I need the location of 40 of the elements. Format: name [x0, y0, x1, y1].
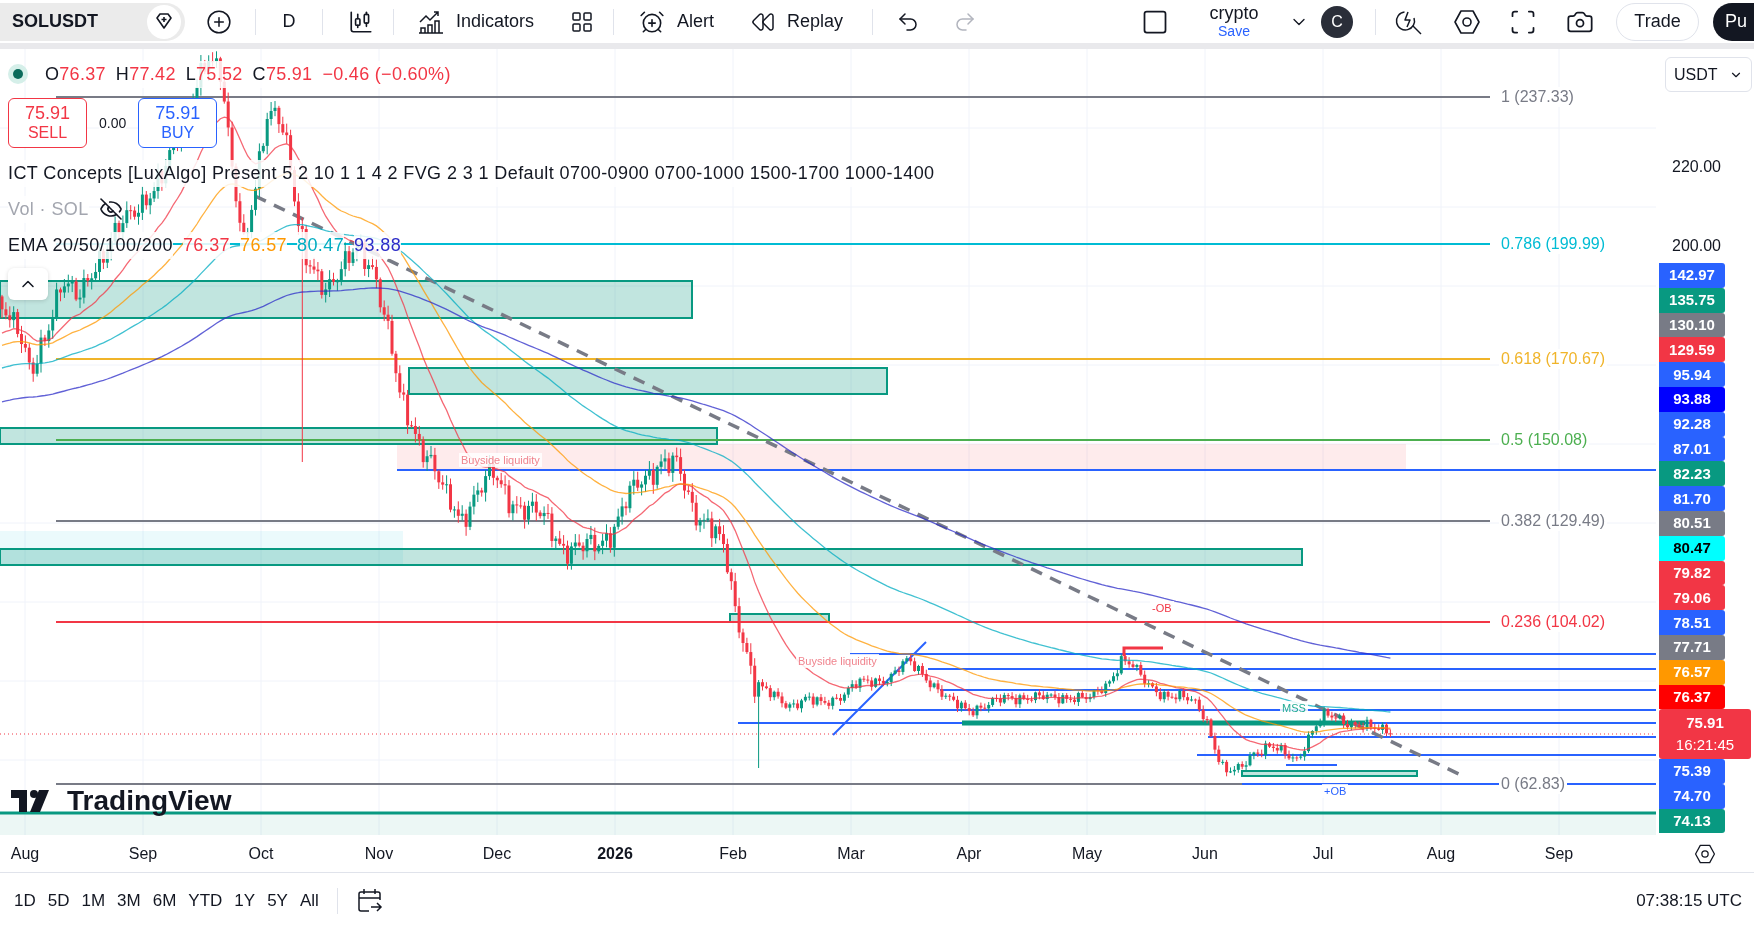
price-axis-label: 220.00	[1672, 157, 1721, 177]
price-tag: 129.59	[1659, 337, 1725, 363]
price-tag: 81.70	[1659, 486, 1725, 511]
price-tag: 74.70	[1659, 783, 1725, 809]
time-axis-label: Mar	[837, 843, 865, 864]
price-axis-label: 200.00	[1672, 236, 1721, 256]
countdown-timer: 16:21:45	[1675, 735, 1735, 756]
price-tag: 79.06	[1659, 585, 1725, 611]
price-tag: 76.37	[1659, 684, 1725, 710]
clock-text: 07:38:15 UTC	[1636, 890, 1742, 913]
time-axis-label: May	[1071, 843, 1103, 864]
time-axis-label: Oct	[248, 843, 274, 864]
time-axis-label: 2026	[597, 843, 633, 864]
time-axis-label: Nov	[364, 843, 394, 864]
last-price-value: 75.91	[1686, 713, 1724, 734]
price-tag: 92.28	[1659, 411, 1725, 437]
price-tag: 95.94	[1659, 362, 1725, 387]
time-axis-label: Jun	[1192, 843, 1218, 864]
price-tag: 74.13	[1659, 808, 1725, 834]
price-tag: 79.82	[1659, 560, 1725, 586]
time-axis-label: Apr	[956, 843, 982, 864]
price-tag: 135.75	[1659, 287, 1725, 313]
price-tag: 82.23	[1659, 461, 1725, 487]
price-tag: 76.57	[1659, 659, 1725, 685]
price-tag: 80.51	[1659, 510, 1725, 536]
price-tag: 130.10	[1659, 312, 1725, 338]
price-tag: 80.47	[1659, 535, 1725, 561]
time-axis-label: Sep	[128, 843, 158, 864]
time-axis-label: Sep	[1544, 843, 1574, 864]
price-tag: 77.71	[1659, 634, 1725, 660]
time-axis-label: Aug	[1426, 843, 1456, 864]
price-tag: 142.97	[1659, 263, 1725, 288]
price-tag: 87.01	[1659, 436, 1725, 462]
time-axis-label: Feb	[719, 843, 747, 864]
time-axis-label: Jul	[1312, 843, 1334, 864]
price-tag: 93.88	[1659, 387, 1725, 412]
time-axis-label: Aug	[10, 843, 40, 864]
price-tag: 78.51	[1659, 610, 1725, 635]
time-axis-label: Dec	[482, 843, 512, 864]
price-tag: 75.39	[1659, 758, 1725, 784]
